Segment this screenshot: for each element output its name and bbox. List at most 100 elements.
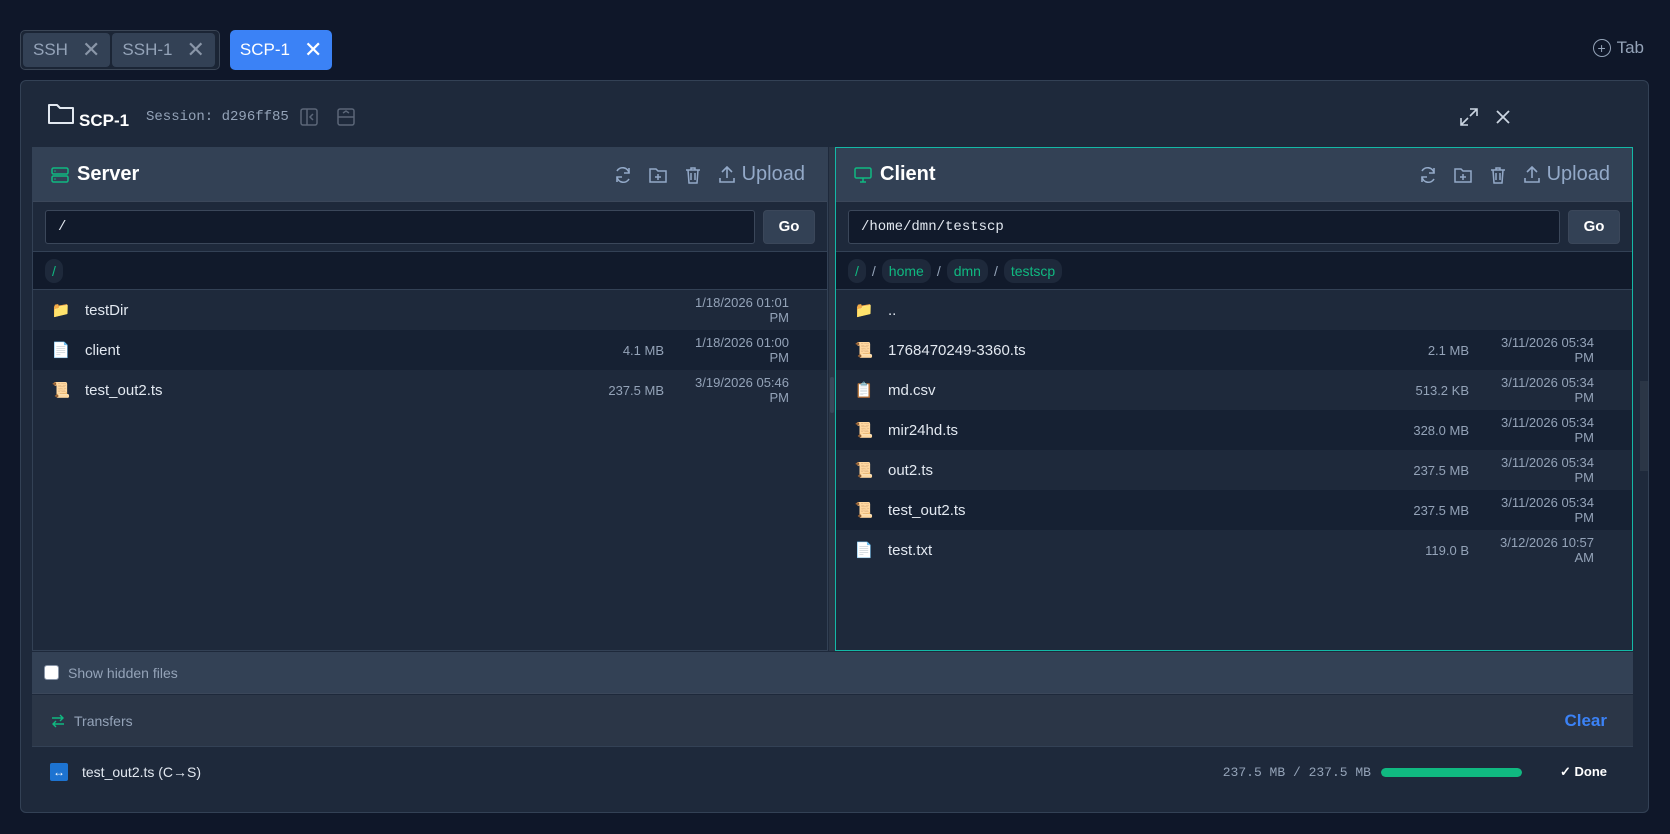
refresh-icon[interactable] [613,165,633,185]
transfers-header: Transfers Clear [32,695,1633,747]
tab-scp-1[interactable]: SCP-1 ✕ [229,30,333,70]
file-date: 3/19/2026 05:46 PM [695,375,789,405]
breadcrumb-separator: / [936,262,941,279]
monitor-icon [854,166,872,183]
close-window-icon[interactable] [1493,107,1513,127]
breadcrumb: / [33,252,827,290]
file-name: .. [888,301,897,319]
file-size: 237.5 MB [1413,502,1469,518]
tab-label: SSH-1 [122,40,173,59]
file-name: test.txt [888,541,933,559]
new-folder-icon[interactable] [648,165,668,185]
upload-icon [718,165,735,183]
file-name: mir24hd.ts [888,421,959,439]
client-title: Client [880,163,936,185]
script-icon: 📜 [51,382,71,399]
file-icon: 📄 [51,342,71,359]
breadcrumb-root[interactable]: / [848,258,866,283]
server-path-input[interactable] [45,209,755,244]
clear-button[interactable]: Clear [1564,711,1607,731]
breadcrumb-root[interactable]: / [45,258,63,283]
client-go-button[interactable]: Go [1568,209,1620,244]
upload-label: Upload [1546,163,1610,185]
file-size: 119.0 B [1425,542,1469,558]
file-date: 3/11/2026 05:34 PM [1500,375,1594,405]
upload-icon [1523,165,1540,183]
close-icon[interactable]: ✕ [186,39,204,61]
edge-collapse-handle[interactable] [1640,381,1648,471]
server-file-list: 📁 testDir 1/18/2026 01:01 PM 📄 client 4.… [33,290,827,410]
new-folder-icon[interactable] [1453,165,1473,185]
breadcrumb-dmn[interactable]: dmn [946,258,988,283]
transfer-progress-text: 237.5 MB / 237.5 MB [1222,764,1371,780]
upload-button[interactable]: Upload [718,163,805,186]
server-icon [51,166,69,183]
list-item[interactable]: 📜 out2.ts 237.5 MB 3/11/2026 05:34 PM [836,450,1632,490]
list-item[interactable]: 📜 test_out2.ts 237.5 MB 3/19/2026 05:46 … [33,370,827,410]
panel-toggle-icon[interactable] [336,107,356,127]
maximize-icon[interactable] [1459,107,1479,127]
tab-label: SCP-1 [239,40,290,59]
upload-button[interactable]: Upload [1523,163,1610,186]
file-date: 1/18/2026 01:01 PM [695,295,789,325]
file-name: client [85,341,121,359]
client-file-list: 📁 .. 📜 1768470249-3360.ts 2.1 MB 3/11/20… [836,290,1632,570]
transfer-progress-bar [1380,767,1522,777]
tab-group: SSH ✕ SSH-1 ✕ [20,30,220,70]
window-title-text: SCP-1 [79,111,130,130]
list-item[interactable]: 📜 mir24hd.ts 328.0 MB 3/11/2026 05:34 PM [836,410,1632,450]
list-item[interactable]: 📄 test.txt 119.0 B 3/12/2026 10:57 AM [836,530,1632,570]
breadcrumb: / / home / dmn / testscp [836,252,1632,290]
list-item[interactable]: 📄 client 4.1 MB 1/18/2026 01:00 PM [33,330,827,370]
list-item[interactable]: 📜 1768470249-3360.ts 2.1 MB 3/11/2026 05… [836,330,1632,370]
script-icon: 📜 [854,342,874,359]
list-item[interactable]: 📜 test_out2.ts 237.5 MB 3/11/2026 05:34 … [836,490,1632,530]
file-date: 1/18/2026 01:00 PM [695,335,789,365]
sidebar-toggle-icon[interactable] [299,107,319,127]
window-title: SCP-1 [47,101,129,130]
folder-icon: 📁 [51,302,71,319]
script-icon: 📜 [854,462,874,479]
file-name: test_out2.ts [85,381,163,399]
trash-icon[interactable] [1488,165,1508,185]
show-hidden-row: Show hidden files [32,652,1633,694]
refresh-icon[interactable] [1418,165,1438,185]
server-toolbar: Upload [598,163,805,186]
tab-label: SSH [33,40,68,59]
breadcrumb-testscp[interactable]: testscp [1003,258,1063,283]
breadcrumb-separator: / [871,262,876,279]
close-icon[interactable]: ✕ [82,39,100,61]
list-item[interactable]: 📋 md.csv 513.2 KB 3/11/2026 05:34 PM [836,370,1632,410]
add-tab-button[interactable]: + Tab [1592,38,1644,58]
scp-window: SCP-1 Session: d296ff85 Server Upload Go [20,80,1649,813]
tab-ssh-1[interactable]: SSH-1 ✕ [112,33,215,67]
show-hidden-label: Show hidden files [68,664,178,681]
list-item[interactable]: 📁 testDir 1/18/2026 01:01 PM [33,290,827,330]
close-icon[interactable]: ✕ [304,39,322,61]
file-icon: 📄 [854,542,874,559]
server-path-row: Go [33,202,827,252]
server-go-button[interactable]: Go [763,209,815,244]
tab-ssh[interactable]: SSH ✕ [23,33,111,67]
breadcrumb-home[interactable]: home [881,258,931,283]
show-hidden-checkbox[interactable] [44,665,59,680]
file-date: 3/11/2026 05:34 PM [1500,415,1594,445]
transfer-direction-icon: ↔ [50,763,68,781]
add-tab-label: Tab [1616,38,1644,57]
trash-icon[interactable] [683,165,703,185]
list-item[interactable]: 📁 .. [836,290,1632,330]
client-path-row: Go [836,202,1632,252]
transfer-row: ↔ test_out2.ts (C→S) 237.5 MB / 237.5 MB… [32,747,1633,797]
file-name: 1768470249-3360.ts [888,341,1026,359]
file-name: out2.ts [888,461,934,479]
transfers-title: Transfers [74,712,133,729]
tab-bar: SSH ✕ SSH-1 ✕ SCP-1 ✕ [20,30,334,70]
server-title: Server [77,163,140,185]
file-date: 3/11/2026 05:34 PM [1500,455,1594,485]
script-icon: 📜 [854,422,874,439]
transfer-arrows-icon [52,714,64,727]
client-path-input[interactable] [848,209,1560,244]
plus-circle-icon: + [1592,39,1611,57]
session-id: Session: d296ff85 [146,109,289,125]
file-date: 3/11/2026 05:34 PM [1500,495,1594,525]
